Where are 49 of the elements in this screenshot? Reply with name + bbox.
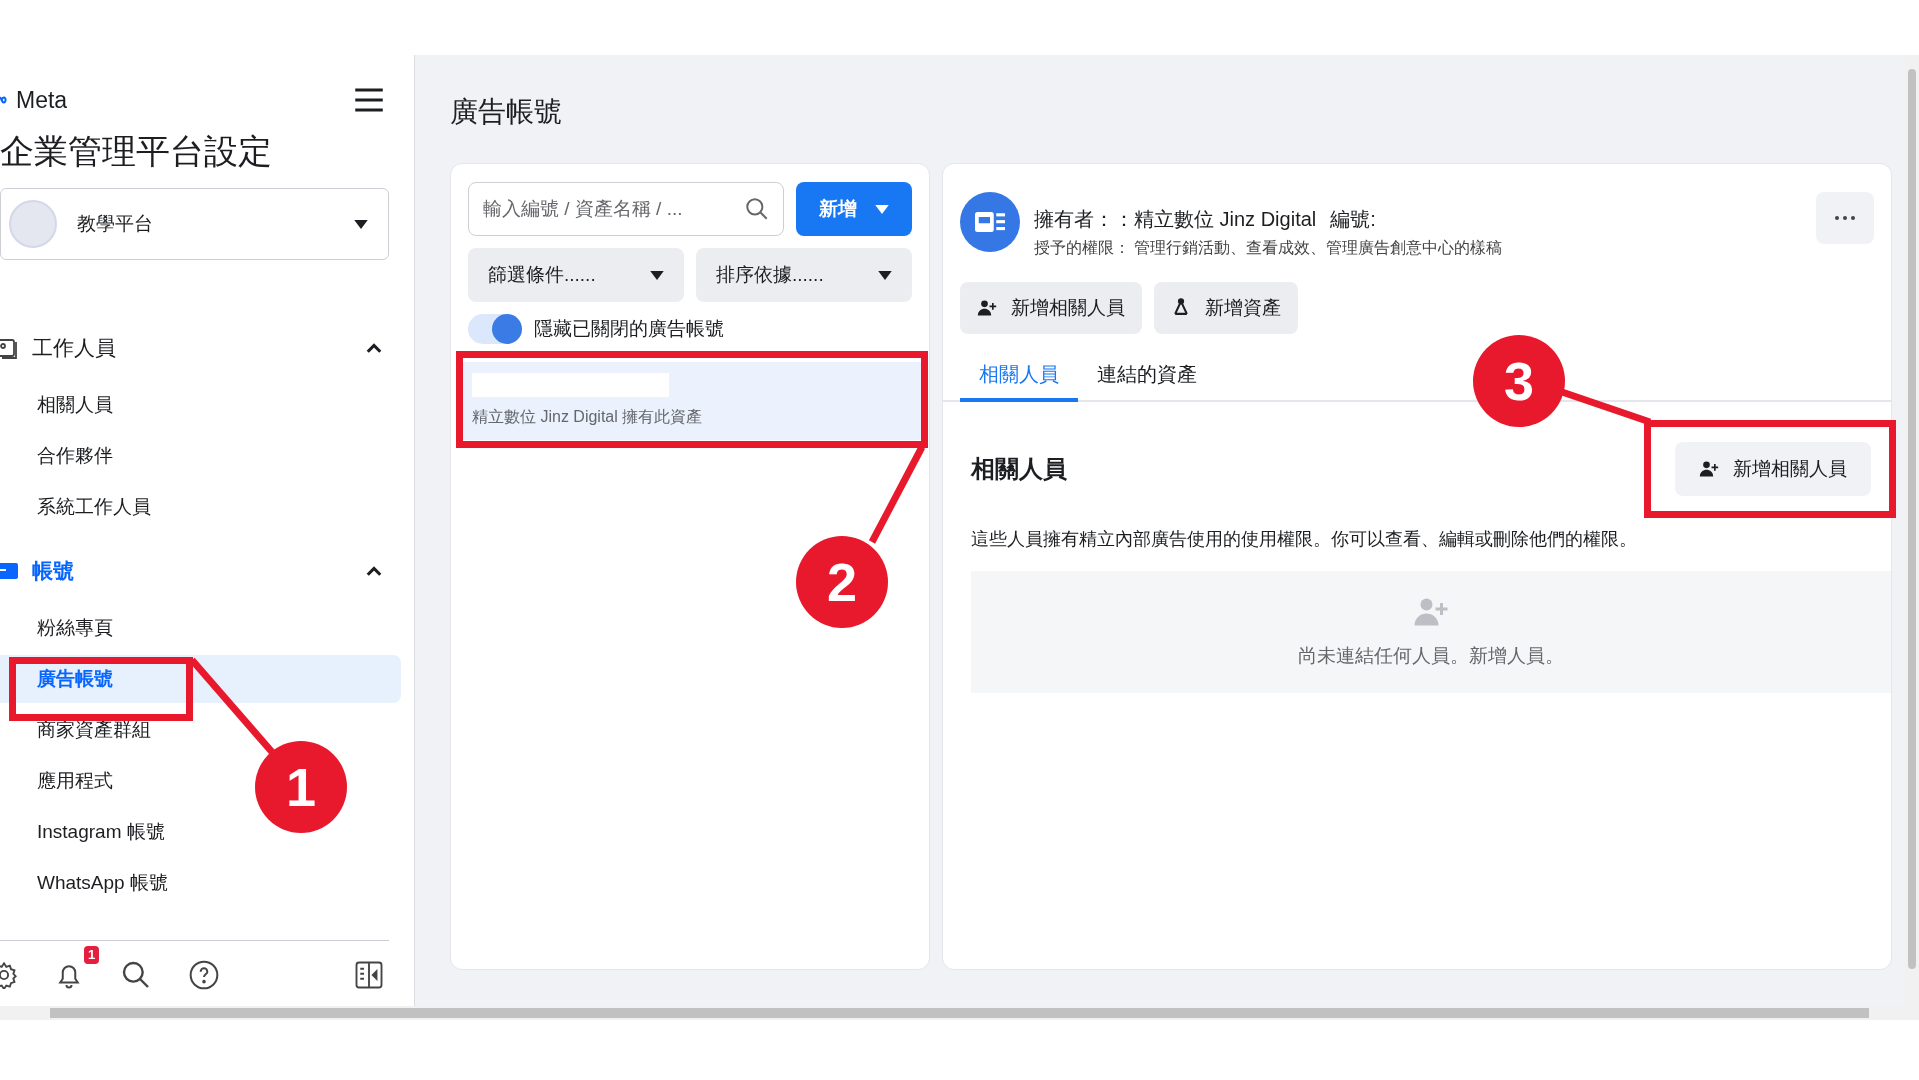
caret-icon xyxy=(878,270,892,280)
empty-state-text: 尚未連結任何人員。新增人員。 xyxy=(1298,643,1564,668)
toggle-label: 隱藏已關閉的廣告帳號 xyxy=(534,316,724,341)
owner-text: 擁有者：：精立數位 Jinz Digital xyxy=(1034,207,1317,232)
owner-note: 精立數位 Jinz Digital 擁有此資產 xyxy=(472,407,704,427)
add-button[interactable]: 新增 xyxy=(796,182,912,236)
person-add-icon xyxy=(977,298,997,318)
ad-account-icon xyxy=(960,192,1020,252)
sidebar-item[interactable]: 粉絲專頁 xyxy=(0,604,125,652)
caret-icon xyxy=(650,270,664,280)
search-icon xyxy=(744,196,770,222)
toggle-switch[interactable] xyxy=(468,314,522,344)
sidebar-item[interactable]: 商家資產群組 xyxy=(0,706,163,754)
add-person-button[interactable]: 新增相關人員 xyxy=(1675,442,1871,496)
description-text: 這些人員擁有精立內部廣告使用的使用權限。你可以查看、編輯或刪除他們的權限。 xyxy=(970,528,1638,551)
sort-dropdown[interactable]: 排序依據...... xyxy=(696,248,912,302)
section-title: 廣告帳號 xyxy=(450,95,563,127)
id-label: 編號: xyxy=(1330,207,1376,232)
sidebar-item[interactable]: 系統工作人員 xyxy=(0,483,163,531)
notification-badge: 1 xyxy=(84,946,100,964)
sidebar-item[interactable]: 相關人員 xyxy=(0,381,125,429)
business-name: 教學平台 xyxy=(77,211,154,236)
filter-dropdown[interactable]: 篩選條件...... xyxy=(468,248,684,302)
tab[interactable]: 相關人員 xyxy=(960,350,1078,402)
business-selector[interactable]: 教學平台 xyxy=(0,188,389,260)
person-add-icon xyxy=(1699,459,1719,479)
caret-icon xyxy=(354,219,368,229)
search-field[interactable]: 輸入編號 / 資產名稱 / ... xyxy=(468,182,784,236)
nodes-icon xyxy=(1171,298,1191,318)
section-header[interactable]: 工作人員 xyxy=(32,332,364,364)
help-icon[interactable] xyxy=(188,959,220,991)
permissions-text: 授予的權限： 管理行銷活動、查看成效、管理廣告創意中心的樣稿 xyxy=(1034,238,1504,258)
section-heading: 相關人員 xyxy=(971,454,1067,484)
caret-icon xyxy=(875,204,889,214)
page-title: 企業管理平台設定 xyxy=(0,130,273,172)
sidebar-item[interactable]: Instagram 帳號 xyxy=(0,808,177,856)
sidebar-item[interactable]: WhatsApp 帳號 xyxy=(0,859,180,907)
action-button[interactable]: 新增相關人員 xyxy=(960,282,1142,334)
panel-toggle-icon[interactable] xyxy=(354,960,384,990)
sidebar-item[interactable]: 合作夥伴 xyxy=(0,432,125,480)
sidebar-item[interactable]: 應用程式 xyxy=(0,757,125,805)
section-header[interactable]: 帳號 xyxy=(32,555,364,587)
more-icon xyxy=(1835,216,1855,220)
action-button[interactable]: 新增資產 xyxy=(1154,282,1298,334)
tab[interactable]: 連結的資產 xyxy=(1078,350,1216,402)
brand-name: Meta xyxy=(16,86,68,115)
vertical-scrollbar[interactable] xyxy=(1905,55,1919,1006)
menu-icon[interactable] xyxy=(354,87,384,114)
horizontal-scrollbar[interactable] xyxy=(0,1006,1919,1020)
